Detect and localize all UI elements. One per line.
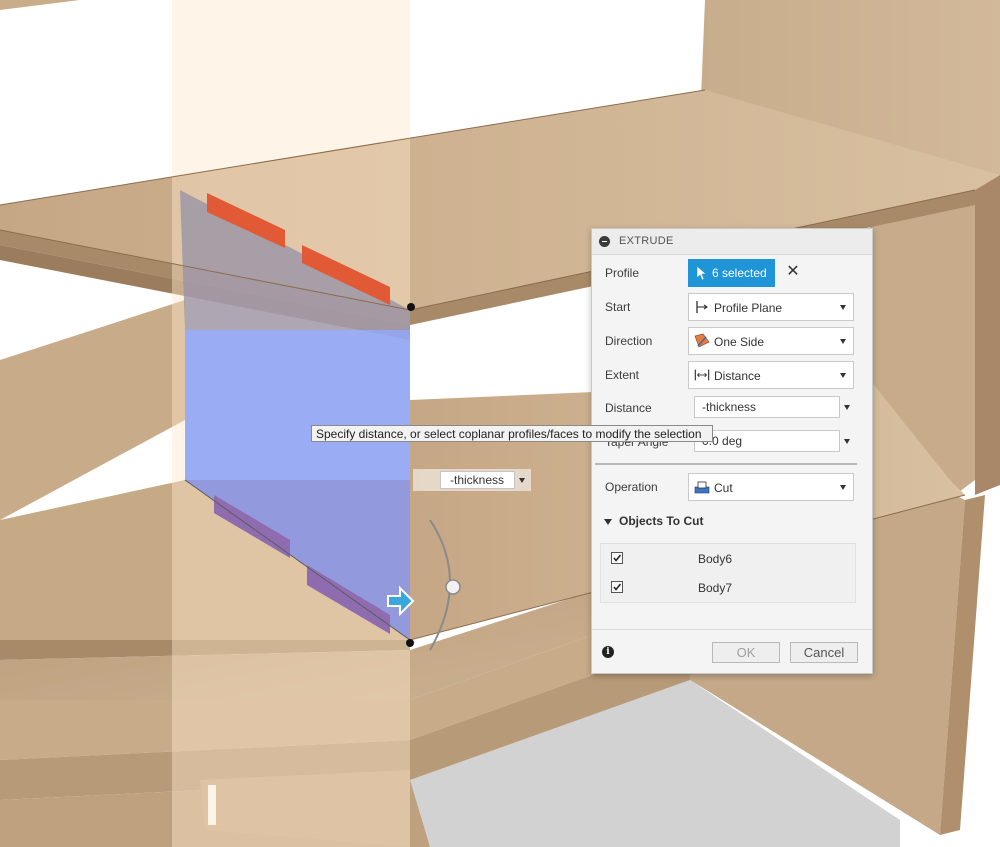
operation-select[interactable]: Cut xyxy=(688,473,854,501)
chevron-down-icon[interactable] xyxy=(844,439,850,444)
checkmark-icon xyxy=(613,583,622,591)
direction-select[interactable]: One Side xyxy=(688,327,854,355)
operation-label: Operation xyxy=(605,480,658,494)
profile-blue xyxy=(185,330,410,480)
cut-icon xyxy=(694,481,710,494)
list-item[interactable]: Body6 xyxy=(601,545,855,573)
chevron-down-icon xyxy=(840,373,846,378)
chevron-down-icon xyxy=(840,485,846,490)
start-select[interactable]: Profile Plane xyxy=(688,293,854,321)
operation-value: Cut xyxy=(714,481,733,495)
chevron-down-icon[interactable] xyxy=(519,478,525,483)
panel-title: EXTRUDE xyxy=(619,235,674,247)
chevron-down-icon[interactable] xyxy=(844,405,850,410)
collapse-icon[interactable] xyxy=(599,236,610,247)
direction-label: Direction xyxy=(605,334,653,348)
chevron-down-icon xyxy=(840,305,846,310)
cancel-button[interactable]: Cancel xyxy=(790,642,858,663)
list-item[interactable]: Body7 xyxy=(601,574,855,602)
object-name: Body6 xyxy=(698,552,733,566)
taper-angle-handle[interactable] xyxy=(445,579,461,595)
objects-to-cut-list: Body6 Body7 xyxy=(600,543,856,603)
extent-select[interactable]: Distance xyxy=(688,361,854,389)
direction-value: One Side xyxy=(714,335,765,349)
expand-triangle-icon[interactable] xyxy=(604,519,612,525)
distance-icon xyxy=(694,369,710,381)
one-side-icon xyxy=(694,333,710,348)
extent-label: Extent xyxy=(605,368,640,382)
vertex-point[interactable] xyxy=(407,303,415,311)
clear-selection-icon[interactable]: ✕ xyxy=(785,263,801,281)
info-icon[interactable]: i xyxy=(602,646,614,658)
cursor-icon xyxy=(696,265,707,281)
body6-checkbox[interactable] xyxy=(611,552,623,564)
tooltip: Specify distance, or select coplanar pro… xyxy=(311,425,713,442)
viewport-distance-input[interactable]: -thickness xyxy=(440,471,515,489)
chevron-down-icon xyxy=(840,339,846,344)
panel-header: EXTRUDE xyxy=(592,229,872,255)
vertex-point[interactable] xyxy=(406,639,414,647)
start-value: Profile Plane xyxy=(714,301,783,315)
taper-angle-input[interactable]: 0.0 deg xyxy=(694,430,840,452)
footer-divider xyxy=(592,629,872,630)
object-name: Body7 xyxy=(698,581,733,595)
viewport-distance-input-box: -thickness xyxy=(413,469,531,491)
profile-label: Profile xyxy=(605,266,640,280)
objects-to-cut-title[interactable]: Objects To Cut xyxy=(619,514,703,528)
profile-selection-count: 6 selected xyxy=(712,266,767,280)
extent-value: Distance xyxy=(714,369,761,383)
profile-selection-button[interactable]: 6 selected xyxy=(688,259,775,287)
start-label: Start xyxy=(605,300,631,314)
distance-input[interactable]: -thickness xyxy=(694,396,840,418)
checkmark-icon xyxy=(613,554,622,562)
section-divider xyxy=(595,463,857,465)
ok-button[interactable]: OK xyxy=(712,642,780,663)
distance-label: Distance xyxy=(605,401,652,415)
extrude-panel: EXTRUDE Profile 6 selected ✕ Start Profi… xyxy=(591,228,873,674)
profile-plane-icon xyxy=(696,301,708,313)
body7-checkbox[interactable] xyxy=(611,581,623,593)
